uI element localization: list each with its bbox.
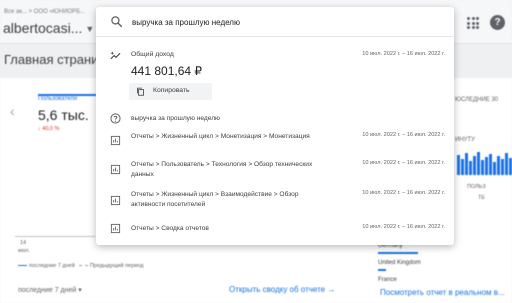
realtime-caption: ПОЛЬЗ	[467, 184, 486, 190]
date-range-label: последние 7 дней	[18, 287, 77, 294]
country-bar	[378, 269, 386, 271]
revenue-insight-result[interactable]: Общий доход 10 июл. 2022 г. – 16 июл. 20…	[96, 37, 454, 110]
metric-change: ↓ 40,0 %	[38, 126, 60, 132]
country-bar	[378, 252, 418, 254]
help-question-icon	[110, 113, 121, 124]
revenue-title: Общий доход	[131, 51, 174, 58]
copy-label: Копировать	[153, 87, 190, 94]
report-date-range: 10 июл. 2022 г. – 16 июл. 2022 г.	[362, 190, 445, 196]
metric-value: 5,6 тыс.	[38, 107, 89, 123]
chart-legend: последние 7 дней Предыдущий период	[18, 263, 143, 269]
x-tick-month: июл.	[18, 248, 30, 254]
report-path: Отчеты > Жизненный цикл > Взаимодействие…	[131, 191, 299, 208]
report-date-range: 10 июл. 2022 г. – 16 июл. 2022 г.	[362, 160, 445, 166]
report-chart-icon	[110, 135, 121, 146]
report-chart-icon	[110, 195, 121, 206]
report-path: Отчеты > Жизненный цикл > Монетизация > …	[131, 133, 310, 140]
chevron-left-icon[interactable]: ‹	[10, 103, 15, 119]
account-name: albertocasi...	[3, 20, 83, 36]
caret-down-icon: ▾	[78, 287, 82, 294]
report-path: Отчеты > Пользователь > Технология > Обз…	[131, 161, 313, 178]
search-popup: Общий доход 10 июл. 2022 г. – 16 июл. 20…	[96, 7, 454, 245]
realtime-caption: ТЕ	[478, 195, 486, 201]
legend-current-swatch	[18, 264, 27, 267]
realtime-subtitle: ИНУТУ	[455, 137, 475, 143]
legend-previous-swatch	[78, 265, 88, 267]
search-bar	[96, 7, 454, 37]
x-tick-day: 14	[20, 240, 27, 246]
account-selector[interactable]: albertocasi... ▼	[3, 20, 94, 36]
legend-previous: Предыдущий период	[89, 263, 144, 269]
report-date-range: 10 июл. 2022 г. – 16 июл. 2022 г.	[362, 132, 445, 138]
suggestion-text: выручка за прошлую неделю	[131, 115, 220, 122]
page-title: Главная страни...	[4, 52, 110, 67]
report-path: Отчеты > Сводка отчетов	[131, 225, 209, 232]
country-name: United Kingdom	[378, 260, 421, 266]
country-name: France	[378, 277, 397, 283]
copy-icon	[137, 87, 144, 96]
report-result[interactable]: Отчеты > Пользователь > Технология > Обз…	[96, 157, 454, 185]
metric-label: Пользователи	[38, 96, 78, 102]
open-report-link[interactable]: Открыть сводку об отчете →	[229, 285, 335, 294]
insights-sparkle-icon	[110, 51, 121, 60]
realtime-title: ЮСЛЕДНИЕ 30	[455, 97, 499, 103]
chart-axis	[15, 236, 95, 237]
copy-button[interactable]: Копировать	[129, 83, 212, 100]
revenue-date-range: 10 июл. 2022 г. – 16 июл. 2022 г.	[362, 51, 445, 57]
report-result[interactable]: Отчеты > Сводка отчетов 10 июл. 2022 г. …	[96, 219, 454, 239]
apps-grid-icon[interactable]	[467, 17, 479, 29]
chevron-down-icon: ▼	[85, 24, 95, 35]
search-icon	[111, 16, 123, 28]
date-range-select[interactable]: последние 7 дней ▾	[18, 286, 82, 294]
report-date-range: 10 июл. 2022 г. – 16 июл. 2022 г.	[362, 224, 445, 230]
realtime-report-link[interactable]: Посмотреть отчет в реальном в...	[380, 288, 505, 297]
breadcrumb[interactable]: Все ак... > ООО «ЮНИОРБ...	[4, 9, 85, 15]
search-input[interactable]	[132, 13, 442, 31]
report-chart-icon	[110, 223, 121, 234]
report-chart-icon	[110, 164, 121, 175]
report-result[interactable]: Отчеты > Жизненный цикл > Взаимодействие…	[96, 187, 454, 215]
report-result[interactable]: Отчеты > Жизненный цикл > Монетизация > …	[96, 129, 454, 156]
query-suggestion[interactable]: выручка за прошлую неделю	[96, 109, 454, 129]
help-icon[interactable]: ?	[490, 15, 505, 30]
legend-current: последние 7 дней	[29, 263, 75, 269]
realtime-bar-chart	[457, 152, 512, 175]
revenue-value: 441 801,64 ₽	[131, 64, 203, 78]
